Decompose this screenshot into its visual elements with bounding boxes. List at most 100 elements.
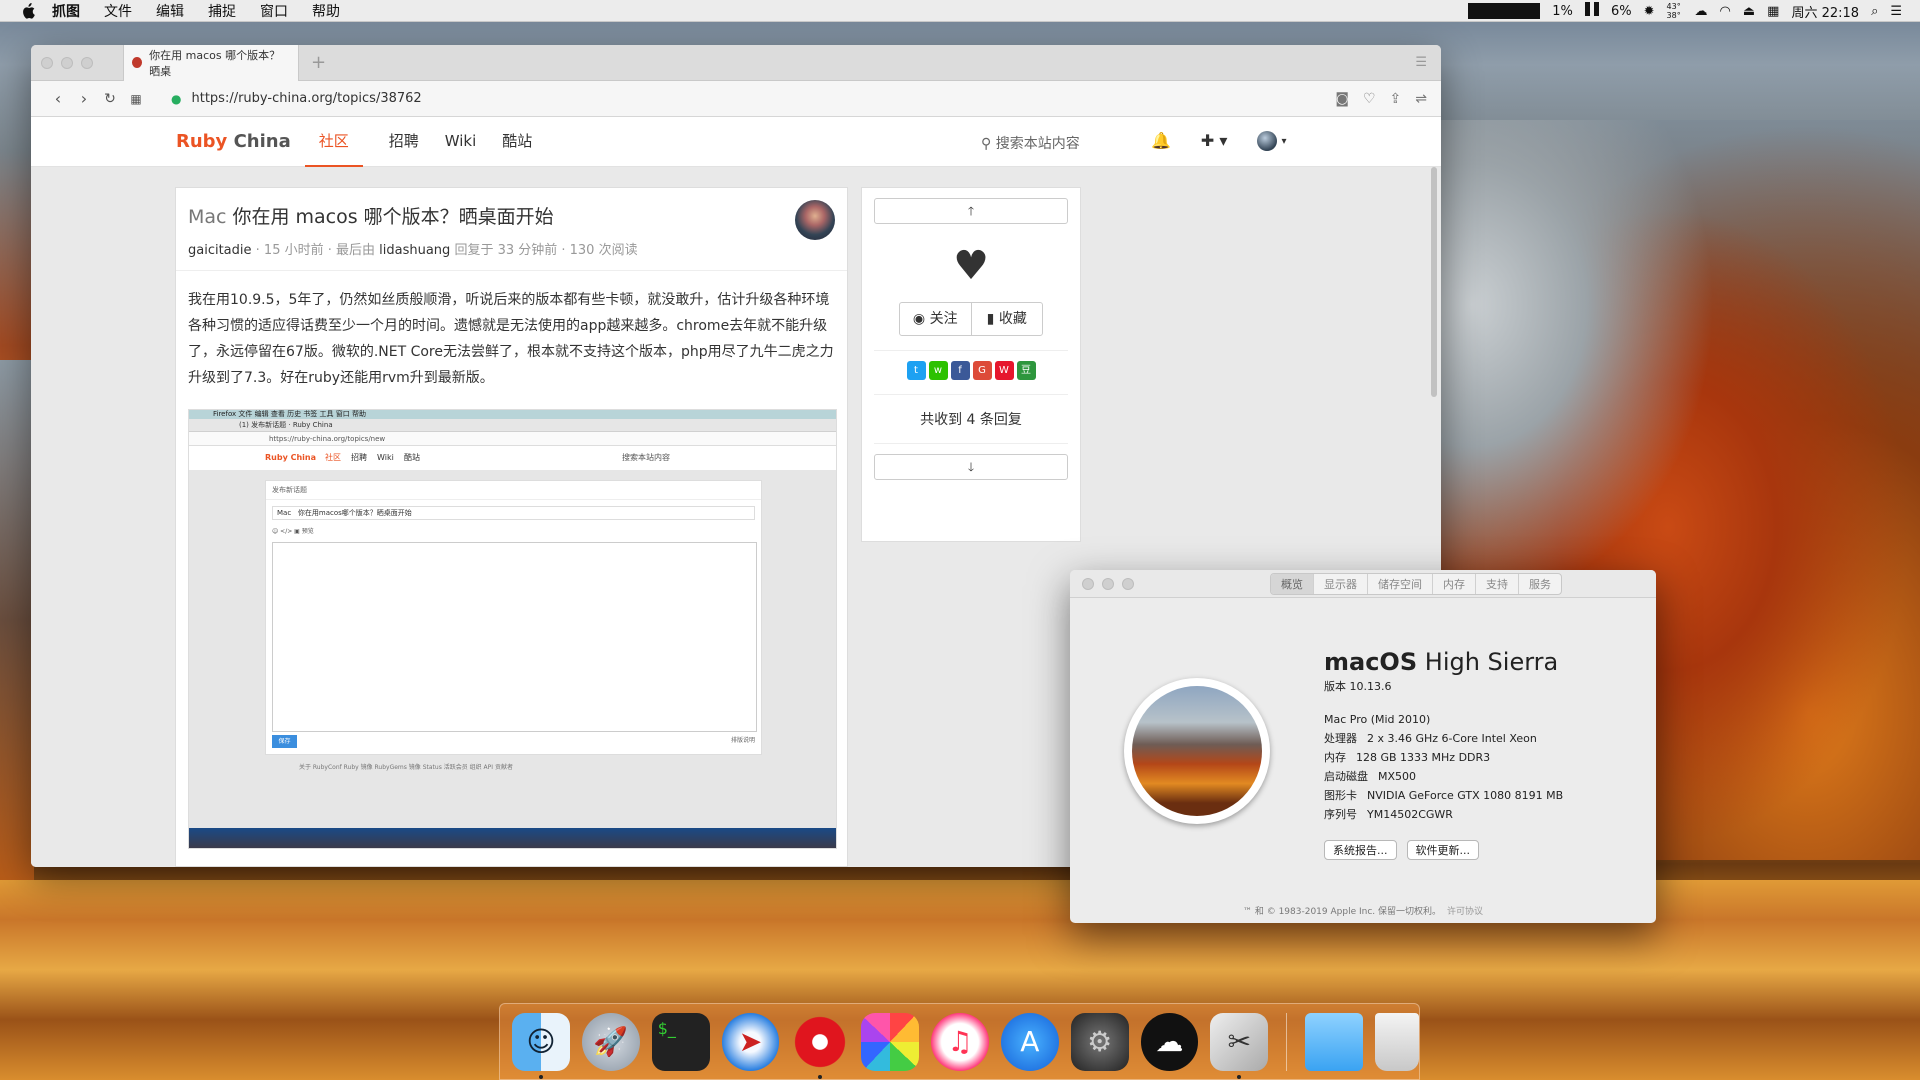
menu-window[interactable]: 窗口 — [260, 1, 288, 21]
author-avatar[interactable] — [795, 200, 835, 240]
scroll-bottom-button[interactable]: 🡓 — [874, 454, 1068, 480]
app-store-icon[interactable]: A — [1000, 1012, 1059, 1071]
launchpad-icon[interactable]: 🚀 — [581, 1012, 640, 1071]
tab-displays[interactable]: 显示器 — [1313, 573, 1367, 594]
menu-capture[interactable]: 捕捉 — [208, 1, 236, 21]
favorite-button[interactable]: ▮ 收藏 — [970, 303, 1043, 335]
finder-icon[interactable]: ☺ — [512, 1012, 570, 1079]
zoom-button[interactable] — [81, 56, 93, 69]
system-preferences-icon[interactable]: ⚙ — [1070, 1012, 1129, 1071]
facebook-icon[interactable]: f — [950, 361, 970, 380]
terminal-icon[interactable]: $_ — [651, 1012, 710, 1071]
temperature-readout[interactable]: 43° 38° — [1667, 2, 1683, 20]
forward-icon[interactable]: › — [71, 89, 97, 108]
back-icon[interactable]: ‹ — [45, 89, 71, 108]
apple-icon[interactable] — [18, 2, 38, 19]
copyright-text: ™ 和 © 1983-2019 Apple Inc. 保留一切权利。 — [1242, 907, 1441, 917]
spec-graphics: 图形卡 NVIDIA GeForce GTX 1080 8191 MB — [1324, 786, 1563, 805]
battery-percent[interactable]: 6% — [1611, 4, 1632, 19]
scrollbar[interactable] — [1431, 167, 1437, 397]
minimize-button[interactable] — [61, 56, 73, 69]
menubar-graph-icon[interactable] — [1468, 3, 1541, 19]
reload-icon[interactable]: ↻ — [97, 91, 123, 107]
close-button[interactable] — [41, 56, 53, 69]
spotlight-icon[interactable]: ⌕ — [1871, 4, 1878, 19]
last-replier-link[interactable]: lidashuang — [379, 243, 450, 258]
topic-card: Mac 你在用 macos 哪个版本？晒桌面开始 gaicitadie · 15 … — [175, 187, 848, 867]
ruby-favicon-icon — [132, 57, 143, 68]
menu-help[interactable]: 帮助 — [312, 1, 340, 21]
nav-sites[interactable]: 酷站 — [502, 117, 532, 165]
add-menu-icon[interactable]: ✚ ▾ — [1201, 131, 1228, 151]
scroll-top-button[interactable]: 🡑 — [874, 198, 1068, 224]
topic-time: · 15 小时前 · 最后由 — [255, 243, 375, 258]
tab-storage[interactable]: 储存空间 — [1367, 573, 1432, 594]
tab-overview[interactable]: 概览 — [1271, 573, 1313, 594]
camera-icon[interactable]: ◙ — [1335, 91, 1349, 107]
site-logo[interactable]: Ruby China — [176, 131, 291, 152]
photos-icon[interactable] — [861, 1012, 920, 1071]
tab-memory[interactable]: 内存 — [1432, 573, 1475, 594]
zoom-button[interactable] — [1122, 577, 1134, 590]
grid-icon[interactable]: ▦ — [123, 92, 149, 106]
wifi-icon[interactable]: ◠ — [1720, 4, 1731, 19]
topic-node[interactable]: Mac — [188, 206, 226, 228]
notification-center-icon[interactable]: ☰ — [1890, 4, 1902, 19]
douban-icon[interactable]: 豆 — [1016, 361, 1036, 380]
new-tab-icon[interactable]: + — [311, 52, 326, 73]
like-heart-icon[interactable]: ♥ — [949, 246, 993, 286]
embedded-screenshot[interactable]: Firefox 文件 编辑 查看 历史 书签 工具 窗口 帮助 (1) 发布新话… — [188, 409, 837, 849]
follow-button[interactable]: ◉ 关注 — [900, 303, 971, 335]
cloud-status-icon[interactable]: ☁ — [1695, 4, 1708, 19]
site-navbar: Ruby China 社区 招聘 Wiki 酷站 ⚲ 搜索本站内容 🔔 ✚ ▾ ▾ — [31, 117, 1441, 167]
shot-navbar: Ruby China 社区 招聘 Wiki 酷站 搜索本站内容 — [189, 446, 836, 470]
shot-title-value: 你在用macos哪个版本？晒桌面开始 — [297, 509, 412, 517]
opera-icon[interactable] — [791, 1012, 850, 1079]
system-report-button[interactable]: 系统报告... — [1324, 840, 1397, 860]
safari-icon[interactable]: ➤ — [721, 1012, 780, 1071]
spec-value: 2 x 3.46 GHz 6-Core Intel Xeon — [1367, 732, 1537, 745]
settings-icon[interactable]: ⇌ — [1415, 91, 1427, 107]
wechat-icon[interactable]: w — [928, 361, 948, 380]
nav-wiki[interactable]: Wiki — [445, 117, 477, 165]
weibo-icon[interactable]: W — [994, 361, 1014, 380]
author-link[interactable]: gaicitadie — [188, 243, 252, 258]
license-link[interactable]: 许可协议 — [1447, 907, 1483, 917]
itunes-icon[interactable]: ♫ — [931, 1012, 989, 1071]
tab-support[interactable]: 支持 — [1475, 573, 1518, 594]
topic-title: Mac 你在用 macos 哪个版本？晒桌面开始 — [188, 202, 835, 229]
browser-tab[interactable]: 你在用 macos 哪个版本？晒桌 — [123, 45, 299, 81]
close-button[interactable] — [1082, 577, 1094, 590]
menu-file[interactable]: 文件 — [104, 1, 132, 21]
nav-jobs[interactable]: 招聘 — [389, 117, 419, 165]
url-field[interactable]: https://ruby-china.org/topics/38762 — [191, 91, 421, 106]
tab-list-icon[interactable]: ☰ — [1415, 55, 1427, 70]
cpu-percent[interactable]: 1% — [1552, 4, 1573, 19]
minimize-button[interactable] — [1102, 577, 1114, 590]
nav-community[interactable]: 社区 — [304, 117, 363, 167]
bell-icon[interactable]: 🔔 — [1151, 131, 1171, 151]
twitter-icon[interactable]: t — [906, 361, 926, 380]
divider — [874, 443, 1068, 444]
browser-tab-bar: 你在用 macos 哪个版本？晒桌 + ☰ — [31, 45, 1441, 81]
gear-status-icon[interactable]: ✹ — [1644, 4, 1655, 19]
window-controls — [1082, 577, 1134, 590]
screenshot-tool-icon[interactable]: ✂ — [1210, 1012, 1269, 1079]
eject-icon[interactable]: ⏏ — [1743, 4, 1755, 19]
menu-edit[interactable]: 编辑 — [156, 1, 184, 21]
folder-icon[interactable] — [1305, 1012, 1364, 1071]
google-plus-icon[interactable]: G — [972, 361, 992, 380]
trash-icon[interactable] — [1375, 1012, 1420, 1071]
site-search[interactable]: ⚲ 搜索本站内容 — [981, 133, 1080, 153]
menu-bar: 抓图 文件 编辑 捕捉 窗口 帮助 1% 6% ✹ 43° 38° ☁ ◠ ⏏ … — [0, 0, 1920, 22]
menu-app-name[interactable]: 抓图 — [52, 1, 80, 21]
user-menu[interactable]: ▾ — [1257, 131, 1286, 151]
heart-outline-icon[interactable]: ♡ — [1363, 91, 1376, 107]
share-icon[interactable]: ⇪ — [1390, 91, 1402, 107]
cloud-app-icon[interactable]: ☁ — [1140, 1012, 1199, 1071]
input-method-icon[interactable]: ▦ — [1767, 4, 1779, 19]
clock[interactable]: 周六 22:18 — [1791, 2, 1859, 21]
software-update-button[interactable]: 软件更新... — [1406, 840, 1479, 860]
lock-icon: ● — [171, 91, 182, 106]
tab-service[interactable]: 服务 — [1518, 573, 1561, 594]
